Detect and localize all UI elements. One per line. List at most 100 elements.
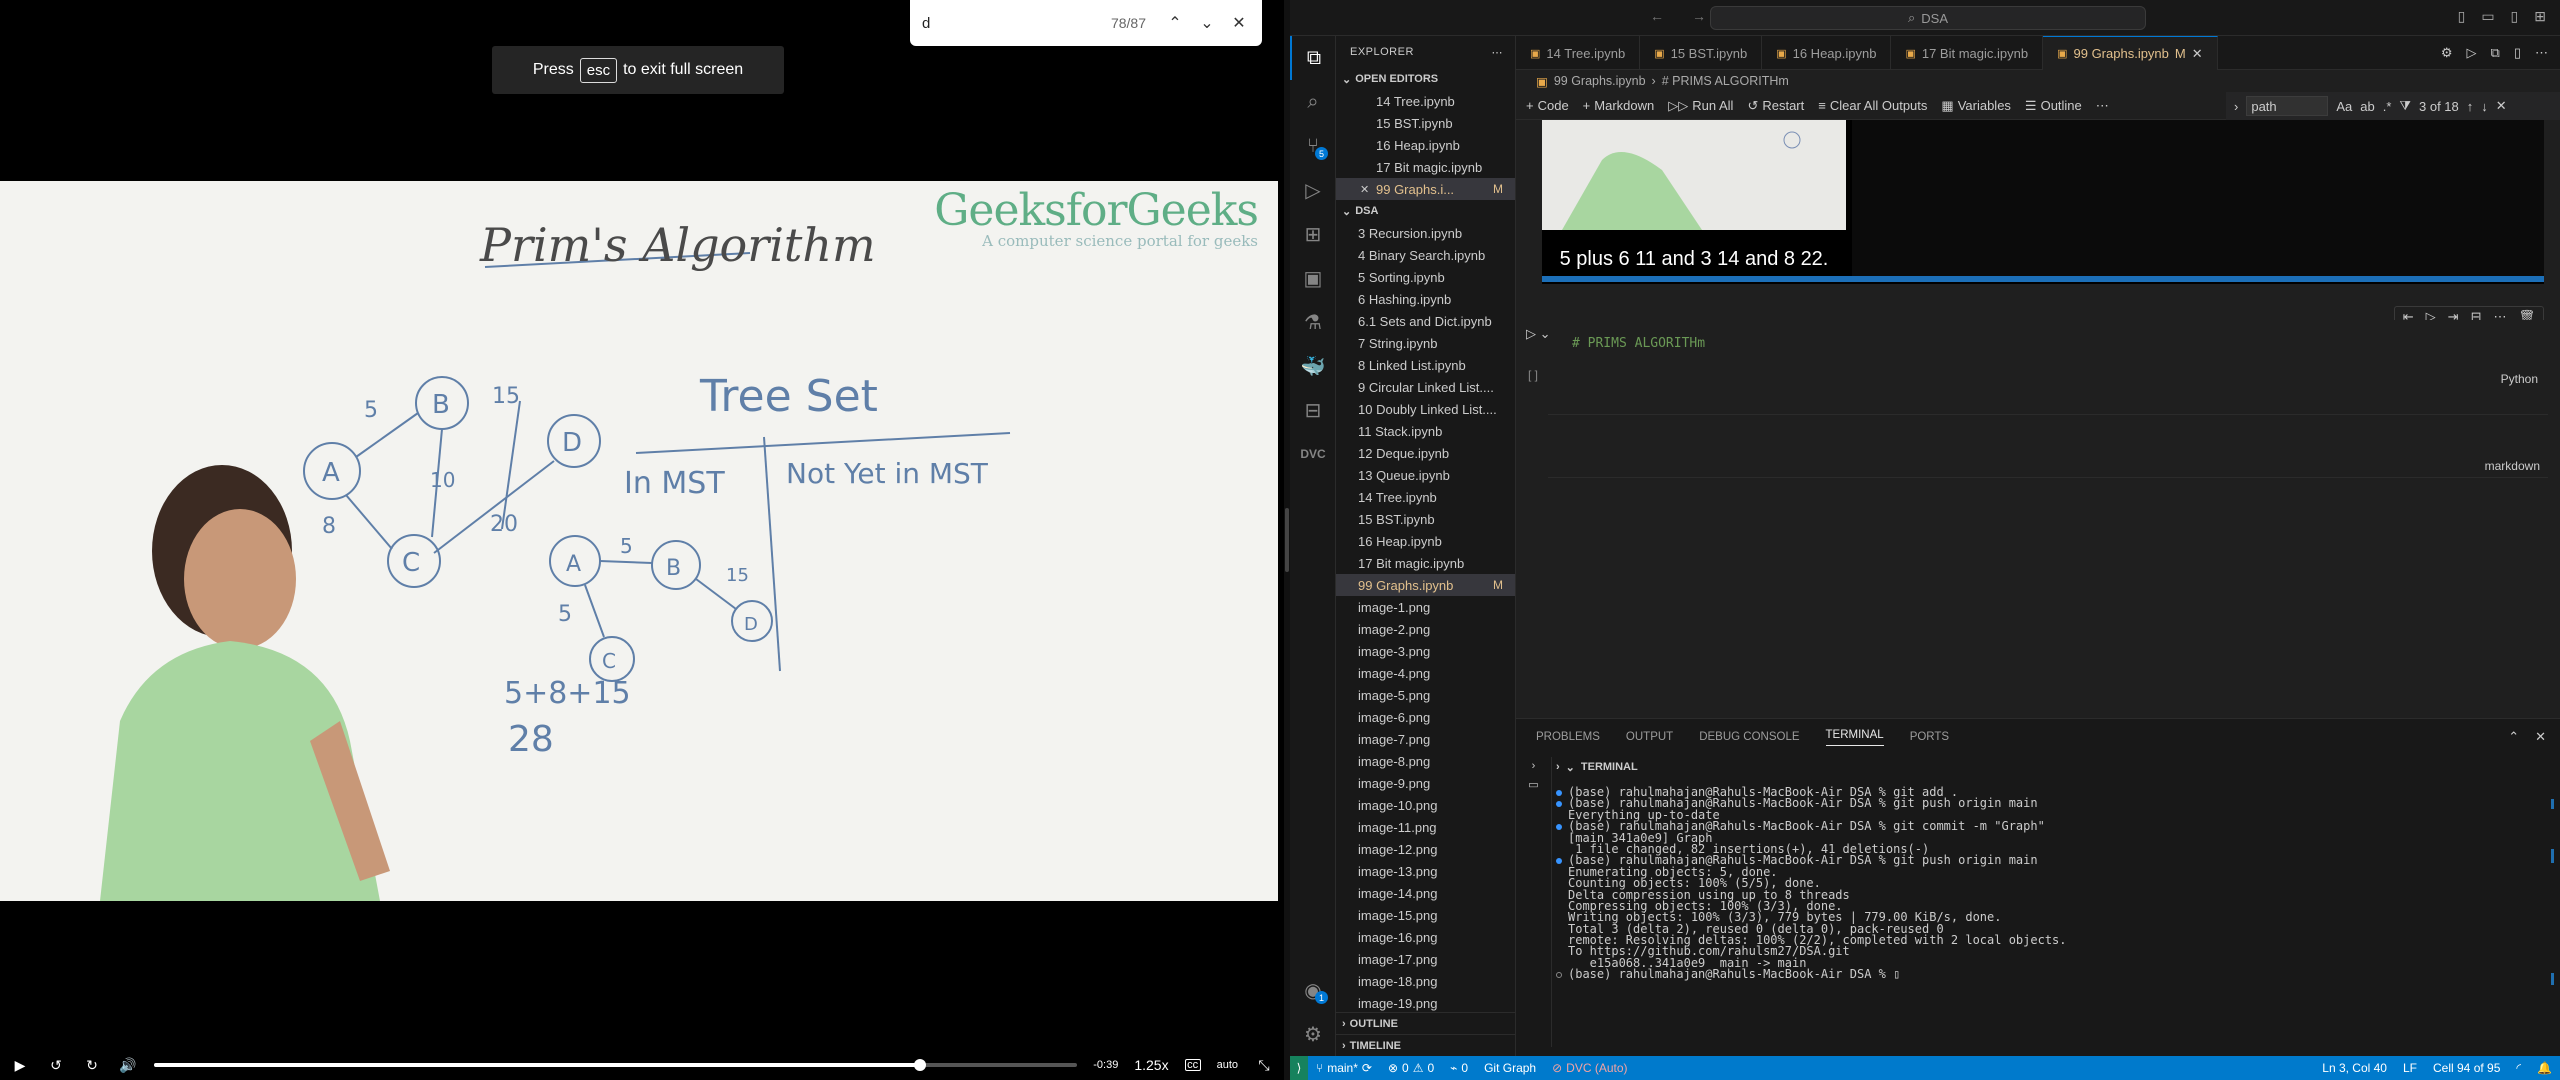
file-tree-item[interactable]: 6 Hashing.ipynb [1336,288,1515,310]
accounts-icon[interactable]: ◉ 1 [1290,968,1336,1012]
close-icon[interactable]: ✕ [2496,98,2507,114]
quality-setting[interactable]: auto [1217,1059,1238,1071]
forward-10-icon[interactable]: ↻ [82,1055,102,1075]
breadcrumb-file[interactable]: 99 Graphs.ipynb [1554,74,1646,88]
file-tree-item[interactable]: image-4.png [1336,662,1515,684]
file-tree-item[interactable]: image-11.png [1336,816,1515,838]
file-tree-item[interactable]: 7 String.ipynb [1336,332,1515,354]
cell-language[interactable]: markdown [2485,459,2540,473]
panel-tab[interactable]: DEBUG CONSOLE [1699,731,1799,743]
open-editor-item[interactable]: 17 Bit magic.ipynb [1336,156,1515,178]
outline-section[interactable]: › OUTLINE [1336,1012,1515,1034]
back-arrow-icon[interactable]: ← [1650,8,1664,24]
variables-button[interactable]: ▦ Variables [1941,98,2011,114]
cursor-position[interactable]: Ln 3, Col 40 [2314,1061,2395,1075]
command-decoration-icon[interactable] [1556,972,1562,979]
more-actions-icon[interactable]: ⋯ [2535,45,2548,61]
file-tree-item[interactable]: 15 BST.ipynb [1336,508,1515,530]
file-tree-item[interactable]: image-14.png [1336,882,1515,904]
compare-icon[interactable]: ⧉ [2491,45,2500,61]
close-icon[interactable]: ✕ [2535,729,2546,745]
regex-icon[interactable]: .* [2383,99,2392,114]
editor-tab[interactable]: ▣ 99 Graphs.ipynb M ✕ [2043,36,2218,70]
remote-explorer-icon[interactable]: ▣ [1290,256,1336,300]
command-decoration-icon[interactable] [1556,824,1562,831]
maximize-panel-icon[interactable]: ⌃ [2508,729,2519,745]
find-next-button[interactable]: ⌄ [1196,12,1218,34]
open-editor-item[interactable]: 16 Heap.ipynb [1336,134,1515,156]
file-tree-item[interactable]: image-5.png [1336,684,1515,706]
folder-section[interactable]: ⌄ DSA [1336,200,1515,222]
file-tree-item[interactable]: image-10.png [1336,794,1515,816]
restart-button[interactable]: ↺ Restart [1747,98,1804,114]
file-tree-item[interactable]: 6.1 Sets and Dict.ipynb [1336,310,1515,332]
file-tree-item[interactable]: image-15.png [1336,904,1515,926]
file-tree-item[interactable]: 13 Queue.ipynb [1336,464,1515,486]
toggle-sidebar-icon[interactable]: ▯ [2458,8,2466,25]
video-frame[interactable]: A B C D A B D C 5 15 10 8 20 5 15 5 Tree… [0,181,1278,901]
filter-icon[interactable]: ⧩ [2399,98,2411,114]
outline-button[interactable]: ☰ Outline [2025,98,2082,114]
file-tree-item[interactable]: 11 Stack.ipynb [1336,420,1515,442]
more-actions-icon[interactable]: ⋯ [2096,98,2109,114]
open-editor-item[interactable]: 15 BST.ipynb [1336,112,1515,134]
file-tree-item[interactable]: 17 Bit magic.ipynb [1336,552,1515,574]
file-tree-item[interactable]: 10 Doubly Linked List.... [1336,398,1515,420]
file-tree-item[interactable]: image-2.png [1336,618,1515,640]
command-center[interactable]: ⌕ DSA [1710,6,2146,30]
remote-indicator-icon[interactable]: ⟩ [1290,1056,1308,1080]
clear-icon[interactable]: ▭ [1516,775,1551,793]
find-prev-button[interactable]: ⌃ [1164,12,1186,34]
playback-speed[interactable]: 1.25x [1134,1057,1168,1073]
file-tree-item[interactable]: 5 Sorting.ipynb [1336,266,1515,288]
close-icon[interactable]: ✕ [1360,183,1369,196]
file-tree-item[interactable]: 14 Tree.ipynb [1336,486,1515,508]
editor-tab[interactable]: ▣ 17 Bit magic.ipynb [1891,36,2044,70]
volume-icon[interactable]: 🔊 [118,1055,138,1075]
cell-source[interactable]: # PRIMS ALGORITHm [1548,320,2548,384]
clear-outputs-button[interactable]: ≡ Clear All Outputs [1818,98,1927,113]
find-input[interactable]: d [922,15,1101,32]
editor-tab[interactable]: ▣ 14 Tree.ipynb [1516,36,1641,70]
forward-arrow-icon[interactable]: → [1692,8,1706,24]
find-close-button[interactable]: ✕ [1228,12,1250,34]
dvc-status[interactable]: ⊘ DVC (Auto) [1544,1061,1635,1075]
file-tree-item[interactable]: 99 Graphs.ipynb M [1336,574,1515,596]
more-actions-icon[interactable]: ⋯ [1492,46,1504,59]
match-word-icon[interactable]: ab [2360,99,2374,114]
open-editors-section[interactable]: ⌄ OPEN EDITORS [1336,68,1515,90]
file-tree-item[interactable]: 12 Deque.ipynb [1336,442,1515,464]
match-case-icon[interactable]: Aa [2336,99,2352,114]
file-tree-item[interactable]: image-9.png [1336,772,1515,794]
file-tree-item[interactable]: image-1.png [1336,596,1515,618]
terminal-header[interactable]: › ⌄ TERMINAL [1556,757,1638,777]
chevron-right-icon[interactable]: › [1516,757,1551,775]
file-tree-item[interactable]: image-17.png [1336,948,1515,970]
panel-tab[interactable]: TERMINAL [1825,729,1884,746]
open-editor-item[interactable]: 14 Tree.ipynb [1336,90,1515,112]
find-widget-input[interactable]: path [2246,96,2329,116]
run-icon[interactable]: ▷ [2467,45,2477,61]
divider-grip[interactable] [1285,508,1289,572]
breadcrumb-section[interactable]: # PRIMS ALGORITHm [1662,74,1789,88]
editor-tab[interactable]: ▣ 16 Heap.ipynb [1762,36,1892,70]
extensions-icon[interactable]: ⊞ [1290,212,1336,256]
file-tree-item[interactable]: 4 Binary Search.ipynb [1336,244,1515,266]
explorer-icon[interactable]: ⧉ [1290,36,1336,80]
customize-layout-icon[interactable]: ⊞ [2534,8,2546,25]
captions-icon[interactable]: cc [1184,1059,1201,1071]
settings-gear-icon[interactable]: ⚙ [1290,1012,1336,1056]
next-match-icon[interactable]: ↓ [2481,99,2488,114]
fullscreen-exit-icon[interactable]: ⤡ [1254,1055,1274,1075]
add-markdown-cell-button[interactable]: + Markdown [1583,98,1655,113]
file-tree-item[interactable]: image-19.png [1336,992,1515,1014]
file-tree-item[interactable]: image-8.png [1336,750,1515,772]
command-decoration-icon[interactable] [1556,790,1562,796]
toggle-panel-icon[interactable]: ▭ [2481,8,2494,25]
branch-indicator[interactable]: ⑂ main* ⟳ [1308,1061,1380,1075]
panel-tab[interactable]: OUTPUT [1626,731,1673,743]
open-editor-item[interactable]: ✕ 99 Graphs.i... M [1336,178,1515,200]
terminal-output[interactable]: (base) rahulmahajan@Rahuls-MacBook-Air D… [1556,786,2067,981]
cell-indicator[interactable]: Cell 94 of 95 [2425,1061,2508,1075]
problems-indicator[interactable]: ⊗ 0 ⚠ 0 [1380,1061,1442,1075]
